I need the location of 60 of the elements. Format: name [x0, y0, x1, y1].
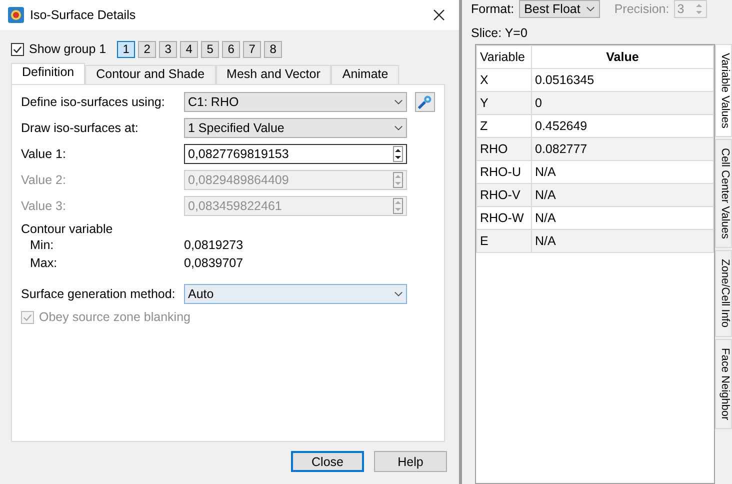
min-value: 0,0819273: [184, 238, 244, 252]
side-tab[interactable]: Face Neighbor: [715, 338, 732, 429]
group-button[interactable]: 1: [117, 40, 136, 58]
side-tab[interactable]: Cell Center Values: [715, 139, 732, 248]
field-label: Define iso-surfaces using:: [21, 95, 166, 109]
chevron-down-icon: [394, 125, 403, 131]
tab[interactable]: Mesh and Vector: [216, 65, 332, 84]
format-label: Format:: [471, 2, 514, 16]
group-button[interactable]: 5: [201, 40, 220, 58]
wrench-icon: [417, 94, 433, 110]
variable-cell: E: [476, 230, 532, 252]
group-button[interactable]: 2: [138, 40, 156, 58]
value-cell: 0.082777: [532, 138, 714, 160]
chevron-down-icon: [586, 6, 596, 12]
tab[interactable]: Definition: [11, 63, 86, 84]
dropdown[interactable]: C1: RHO: [184, 92, 407, 112]
field-label: Value 2:: [21, 173, 67, 187]
value-cell: N/A: [532, 230, 714, 252]
checkmark-icon: [22, 312, 33, 322]
value-cell: N/A: [532, 184, 714, 206]
spinner-arrows-icon[interactable]: [393, 146, 403, 162]
min-label: Min:: [29, 238, 55, 252]
column-header[interactable]: Variable: [476, 46, 532, 68]
contour-variable-heading: Contour variable: [21, 222, 114, 236]
field-label: Value 3:: [21, 199, 67, 213]
wrench-gear-button[interactable]: [415, 92, 435, 112]
chevron-down-icon: [394, 291, 403, 297]
max-value: 0,0839707: [184, 256, 244, 270]
variable-cell: Y: [476, 92, 532, 114]
group-button[interactable]: 8: [264, 40, 282, 58]
number-field[interactable]: 0,0827769819153: [184, 144, 407, 164]
value-cell: 0: [532, 92, 714, 114]
group-button[interactable]: 3: [159, 40, 178, 58]
field-label: Surface generation method:: [21, 287, 176, 301]
field-label: Draw iso-surfaces at:: [21, 121, 140, 135]
max-label: Max:: [29, 256, 58, 270]
dropdown[interactable]: 1 Specified Value: [184, 118, 407, 138]
show-group-checkbox[interactable]: Show group 1: [11, 42, 106, 56]
tab[interactable]: Animate: [331, 65, 400, 84]
column-header[interactable]: Value: [532, 46, 714, 68]
slice-label: Slice: Y=0: [471, 26, 528, 42]
dialog-button[interactable]: Help: [374, 451, 447, 472]
method-dropdown[interactable]: Auto: [184, 284, 407, 304]
close-icon[interactable]: [433, 9, 445, 21]
format-dropdown[interactable]: Best Float: [519, 0, 600, 18]
tab[interactable]: Contour and Shade: [85, 65, 216, 84]
checkmark-icon: [12, 44, 23, 54]
side-tab[interactable]: Zone/Cell Info: [715, 250, 732, 337]
precision-label: Precision:: [614, 2, 670, 16]
variable-cell: RHO-V: [476, 184, 532, 206]
variable-cell: RHO: [476, 138, 532, 160]
field-label: Value 1:: [21, 147, 67, 161]
group-button[interactable]: 4: [180, 40, 198, 58]
chevron-down-icon: [394, 99, 403, 105]
group-button[interactable]: 7: [243, 40, 262, 58]
app-icon: [8, 7, 24, 23]
side-tab[interactable]: Variable Values: [715, 44, 732, 138]
dialog-button[interactable]: Close: [291, 451, 364, 472]
window-title: Iso-Surface Details: [30, 8, 137, 22]
group-button[interactable]: 6: [222, 40, 240, 58]
